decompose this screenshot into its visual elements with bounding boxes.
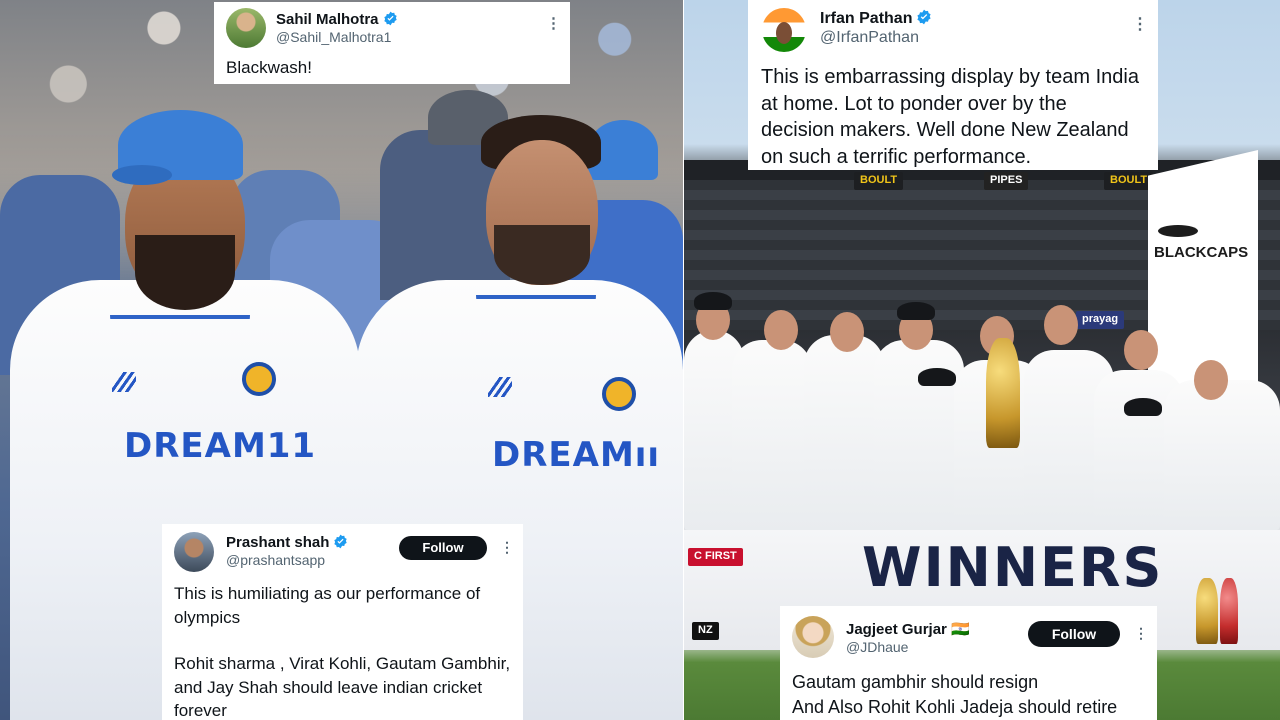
nz-player-cap [694, 292, 732, 310]
tweet-text: This is embarrassing display by team Ind… [761, 66, 1139, 168]
nz-player-cap [1124, 398, 1162, 416]
tweet-author-name[interactable]: Prashant shah [226, 534, 348, 551]
tweet-author-handle[interactable]: @Sahil_Malhotra1 [276, 29, 391, 45]
blackcaps-flag-text: BLACKCAPS [1154, 244, 1249, 261]
nz-player-head [764, 310, 798, 350]
nz-player [804, 335, 884, 530]
avatar[interactable] [174, 532, 214, 572]
nz-player-head [1194, 360, 1228, 400]
silver-fern-icon [1158, 225, 1198, 237]
verified-badge-icon [334, 534, 348, 549]
adidas-logo-icon [112, 372, 136, 392]
small-trophy [1196, 578, 1218, 644]
player-right-collar [476, 295, 596, 325]
small-trophy [1220, 578, 1238, 644]
avatar[interactable] [226, 8, 266, 48]
verified-badge-icon [917, 9, 932, 25]
more-options-icon[interactable]: ⋮ [546, 14, 561, 32]
tweet-paragraph: Rohit sharma , Virat Kohli, Gautam Gambh… [174, 654, 511, 720]
nz-player [732, 340, 812, 530]
player-left-collar [110, 315, 250, 345]
corner-logo: NZ [692, 622, 719, 640]
player-right-sponsor: DREAMıı [492, 435, 661, 475]
tweet-line: And Also Rohit Kohli Jadeja should retir… [792, 696, 1118, 717]
nz-player-cap [918, 368, 956, 386]
author-name-text[interactable]: Irfan Pathan [820, 10, 912, 27]
adidas-logo-icon [488, 377, 512, 397]
nz-player-cap [897, 302, 935, 320]
nz-player [1164, 380, 1280, 530]
author-name-text[interactable]: Prashant shah [226, 534, 329, 551]
tweet-author-handle[interactable]: @IrfanPathan [820, 29, 919, 47]
follow-button[interactable]: Follow [1028, 621, 1120, 647]
more-options-icon[interactable]: ⋮ [1132, 14, 1148, 34]
tweet-author-name[interactable]: Irfan Pathan [820, 9, 932, 28]
tweet-author-handle[interactable]: @prashantsapp [226, 552, 325, 568]
verified-badge-icon [383, 11, 397, 26]
more-options-icon[interactable]: ⋮ [500, 539, 514, 556]
more-options-icon[interactable]: ⋮ [1134, 625, 1148, 642]
ad-board: PIPES [984, 172, 1029, 190]
follow-button[interactable]: Follow [399, 536, 487, 560]
tweet-author-name[interactable]: Sahil Malhotra [276, 11, 398, 28]
tweet-card-prashant[interactable]: Prashant shah @prashantsapp Follow ⋮ Thi… [162, 524, 523, 720]
tweet-text: Gautam gambhir should resign And Also Ro… [792, 670, 1152, 719]
tweet-card-irfan[interactable]: Irfan Pathan @IrfanPathan ⋮ This is emba… [748, 0, 1158, 170]
player-left-sponsor: DREAM11 [124, 426, 317, 466]
series-trophy [986, 338, 1020, 448]
author-name-text[interactable]: Sahil Malhotra [276, 11, 379, 28]
player-right-beard [494, 225, 590, 285]
tweet-paragraph: This is humiliating as our performance o… [174, 584, 481, 627]
ad-board: prayag [1076, 311, 1125, 329]
player-left-cap-brim [112, 165, 172, 185]
player-left-crest-icon [242, 362, 276, 396]
tweet-line: Gautam gambhir should resign [792, 672, 1039, 692]
winners-banner-text: WINNERS [862, 536, 1164, 599]
tweet-card-jagjeet[interactable]: Jagjeet Gurjar 🇮🇳 @JDhaue Follow ⋮ Gauta… [780, 606, 1157, 720]
tweet-author-name[interactable]: Jagjeet Gurjar 🇮🇳 [846, 620, 970, 638]
tweet-author-handle[interactable]: @JDhaue [846, 639, 908, 655]
ad-board: BOULT [1104, 172, 1154, 190]
nz-player-head [1124, 330, 1158, 370]
avatar-face [776, 22, 792, 44]
tweet-text: Blackwash! [226, 58, 312, 77]
nz-player-head [830, 312, 864, 352]
player-right-crest-icon [602, 377, 636, 411]
nz-player-head [1044, 305, 1078, 345]
avatar[interactable] [762, 8, 806, 52]
ad-board: BOULT [854, 172, 904, 190]
player-left-beard [135, 235, 235, 310]
tweet-card-sahil[interactable]: Sahil Malhotra @Sahil_Malhotra1 ⋮ Blackw… [214, 2, 570, 84]
nz-player [874, 340, 964, 530]
tweet-text: This is humiliating as our performance o… [174, 582, 516, 720]
avatar[interactable] [792, 616, 834, 658]
corner-logo: C FIRST [688, 548, 743, 566]
